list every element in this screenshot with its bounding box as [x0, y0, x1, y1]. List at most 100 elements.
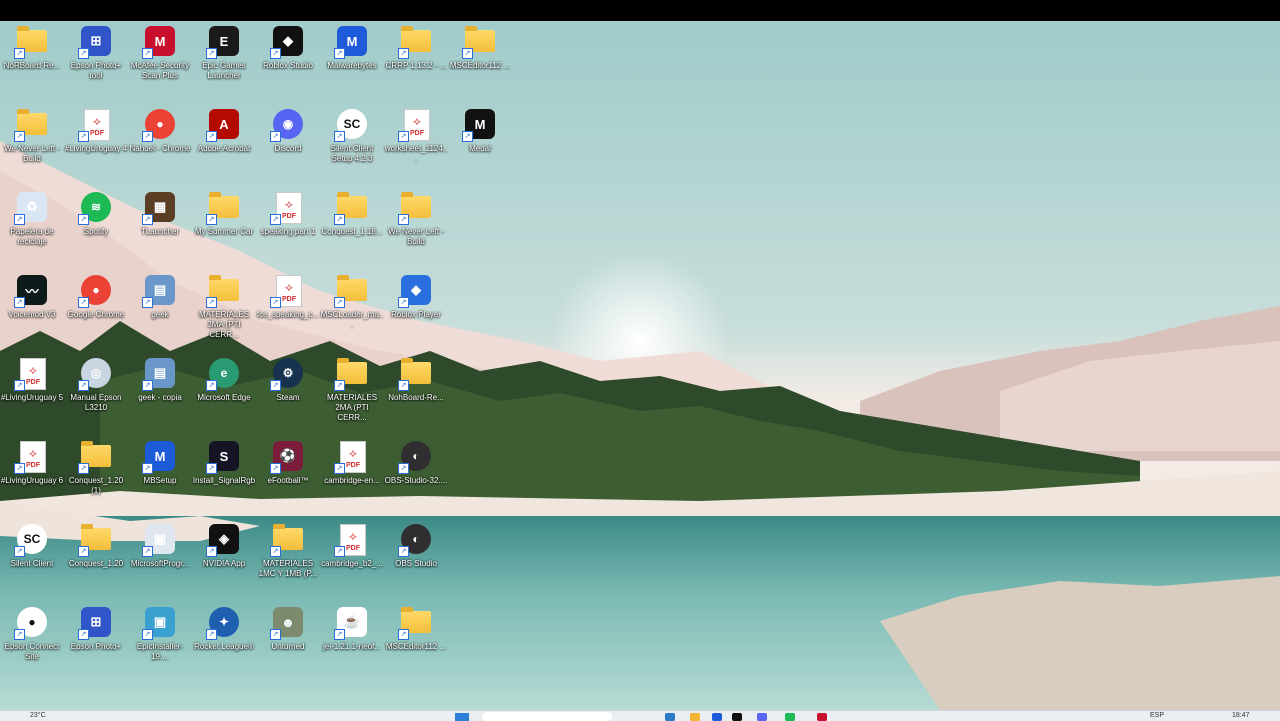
folder-icon: ↗ [270, 522, 305, 557]
desktop-icon-label: #LivingUruguay 4 [64, 144, 128, 153]
desktop-icon[interactable]: ↗ cambridge_b2_... [320, 519, 384, 597]
shortcut-arrow-icon: ↗ [462, 131, 473, 142]
desktop-icon[interactable]: S ↗ Install_SignalRgb [192, 436, 256, 514]
desktop-icon[interactable]: ↗ #LivingUruguay 4 [64, 104, 128, 182]
desktop-icon-label: #LivingUruguay 5 [0, 393, 64, 402]
folder-icon: ↗ [14, 24, 49, 59]
desktop-icon[interactable]: A ↗ Adobe Acrobat [192, 104, 256, 182]
desktop-icon-label: NVIDIA App [202, 559, 246, 568]
desktop-icon[interactable]: E ↗ Epic Games Launcher [192, 21, 256, 99]
shortcut-arrow-icon: ↗ [78, 297, 89, 308]
shortcut-arrow-icon: ↗ [206, 131, 217, 142]
desktop-icon[interactable]: ◎ ↗ Manual Epson L3210 [64, 353, 128, 431]
desktop-icon[interactable]: ◈ ↗ NVIDIA App [192, 519, 256, 597]
desktop-icon[interactable]: ↗ MSCEditor112 ... [384, 602, 448, 680]
desktop-icon[interactable]: ↗ NohBoard-Re... [384, 353, 448, 431]
desktop-icon[interactable]: ⚽ ↗ eFootball™ [256, 436, 320, 514]
desktop-icon[interactable]: ▣ ↗ EpicInstaller-19.... [128, 602, 192, 680]
desktop-icon[interactable]: ↗ My Summer Car [192, 187, 256, 265]
edge-icon: e ↗ [206, 356, 241, 391]
desktop-icon-label: Nahuel - Chrome [129, 144, 191, 153]
desktop-icon[interactable]: ⊞ ↗ Epson Photo+ [64, 602, 128, 680]
shortcut-arrow-icon: ↗ [142, 380, 153, 391]
desktop-icon[interactable]: ◆ ↗ Roblox Studio [256, 21, 320, 99]
shortcut-arrow-icon: ↗ [398, 48, 409, 59]
unturned-icon: ☻ ↗ [270, 605, 305, 640]
desktop-icon[interactable]: ♻ ↗ Papelera de reciclaje [0, 187, 64, 265]
shortcut-arrow-icon: ↗ [206, 48, 217, 59]
desktop-icon[interactable]: M ↗ Medal [448, 104, 512, 182]
desktop-icon[interactable]: ↗ We Never Left - Build [384, 187, 448, 265]
desktop-icon-label: cambridge-en... [324, 476, 380, 485]
desktop-icon[interactable]: ⚙ ↗ Steam [256, 353, 320, 431]
roblox-studio-icon: ◆ ↗ [270, 24, 305, 59]
desktop-icon[interactable]: ● ↗ Google Chrome [64, 270, 128, 348]
shortcut-arrow-icon: ↗ [398, 629, 409, 640]
desktop-icon[interactable]: ↗ MSCLoader_ma... [320, 270, 384, 348]
manual-icon: ◎ ↗ [78, 356, 113, 391]
adobe-acrobat-icon: A ↗ [206, 107, 241, 142]
pdf-icon: ↗ [78, 107, 113, 142]
desktop-icon[interactable]: M ↗ Malwarebytes [320, 21, 384, 99]
shortcut-arrow-icon: ↗ [270, 214, 281, 225]
desktop-icon[interactable]: M ↗ McAfee Security Scan Plus [128, 21, 192, 99]
desktop-icon[interactable]: ↗ cambridge-en... [320, 436, 384, 514]
shortcut-arrow-icon: ↗ [334, 297, 345, 308]
shortcut-arrow-icon: ↗ [398, 463, 409, 474]
desktop-icon-label: Rocket League® [194, 642, 254, 651]
folder-icon: ↗ [334, 190, 369, 225]
desktop-icon[interactable]: ◉ ↗ Discord [256, 104, 320, 182]
desktop-icon[interactable]: ↗ Conquest_1.20 [64, 519, 128, 597]
desktop-icon[interactable]: ☕ ↗ jei-1.21.1-neof... [320, 602, 384, 680]
desktop-icon[interactable]: ● ↗ Epson Connect Site [0, 602, 64, 680]
desktop-icon[interactable]: ↗ MSCEditor112 ... [448, 21, 512, 99]
desktop-icon-label: Adobe Acrobat [197, 144, 251, 153]
desktop-icon-label: Papelera de reciclaje [10, 227, 54, 246]
desktop-icon[interactable]: ↗ #LivingUruguay 5 [0, 353, 64, 431]
desktop-icon-label: MSCEditor112 ... [449, 61, 511, 70]
desktop-icon[interactable]: ◐ ↗ OBS Studio [384, 519, 448, 597]
desktop-icon[interactable]: ↗ Conquest_1.18... [320, 187, 384, 265]
desktop-icon[interactable]: 〰 ↗ Voicemod V3 [0, 270, 64, 348]
shortcut-arrow-icon: ↗ [398, 546, 409, 557]
desktop-icon[interactable]: ↗ MATERIALES 2MA (PTI CERR... [320, 353, 384, 431]
weather-widget[interactable]: 23°C [30, 712, 46, 719]
desktop-icon[interactable]: ↗ #LivingUruguay 6 [0, 436, 64, 514]
desktop-icon[interactable]: ◐ ↗ OBS-Studio-32.... [384, 436, 448, 514]
desktop-icon[interactable]: ↗ MATERIALES 1MC Y 1MB (P... [256, 519, 320, 597]
desktop-icon[interactable]: ▤ ↗ geek - copia [128, 353, 192, 431]
rocket-league-icon: ✦ ↗ [206, 605, 241, 640]
obs-icon: ◐ ↗ [398, 439, 433, 474]
desktop-icon[interactable]: ▦ ↗ TLauncher [128, 187, 192, 265]
desktop-icon[interactable]: ↗ CRRP 1.13.2 - ... [384, 21, 448, 99]
shortcut-arrow-icon: ↗ [14, 214, 25, 225]
desktop-icon[interactable]: ≋ ↗ Spotify [64, 187, 128, 265]
desktop-icon[interactable]: ↗ speaking part 1 [256, 187, 320, 265]
desktop-icon[interactable]: ↗ MATERIALES 3MA (PTI CERR... [192, 270, 256, 348]
desktop-icon[interactable]: ⊞ ↗ Epson Photo+ tool [64, 21, 128, 99]
desktop-icon[interactable]: ↗ fce_speaking_c... [256, 270, 320, 348]
shortcut-arrow-icon: ↗ [142, 214, 153, 225]
shortcut-arrow-icon: ↗ [78, 48, 89, 59]
taskbar-clock[interactable]: 18:47 [1232, 712, 1250, 719]
desktop-icon[interactable]: ✦ ↗ Rocket League® [192, 602, 256, 680]
desktop-icon-label: MicrosoftProgr... [130, 559, 190, 568]
desktop-icon[interactable]: e ↗ Microsoft Edge [192, 353, 256, 431]
desktop-icon[interactable]: ↗ Conquest_1.20 (1) [64, 436, 128, 514]
desktop-icon[interactable]: ▣ ↗ MicrosoftProgr... [128, 519, 192, 597]
shortcut-arrow-icon: ↗ [142, 131, 153, 142]
desktop-icon[interactable]: ↗ We Never Left - Build [0, 104, 64, 182]
desktop-icon[interactable]: ▤ ↗ geek [128, 270, 192, 348]
desktop-icon[interactable]: M ↗ MBSetup [128, 436, 192, 514]
desktop-icon-label: OBS Studio [395, 559, 437, 568]
desktop-icon[interactable]: ☻ ↗ Unturned [256, 602, 320, 680]
language-indicator[interactable]: ESP [1150, 712, 1164, 719]
desktop-icon[interactable]: ↗ NoRBoard Re... [0, 21, 64, 99]
desktop-icon[interactable]: ◆ ↗ Roblox Player [384, 270, 448, 348]
desktop-icon[interactable]: ↗ worksheet_1124... [384, 104, 448, 182]
desktop-icon[interactable]: SC ↗ Silent Client Setup 4.2.3 [320, 104, 384, 182]
shortcut-arrow-icon: ↗ [78, 131, 89, 142]
desktop-icon-label: MSCLoader_ma... [320, 310, 384, 329]
desktop-icon[interactable]: SC ↗ Silent Client [0, 519, 64, 597]
desktop-icon[interactable]: ● ↗ Nahuel - Chrome [128, 104, 192, 182]
